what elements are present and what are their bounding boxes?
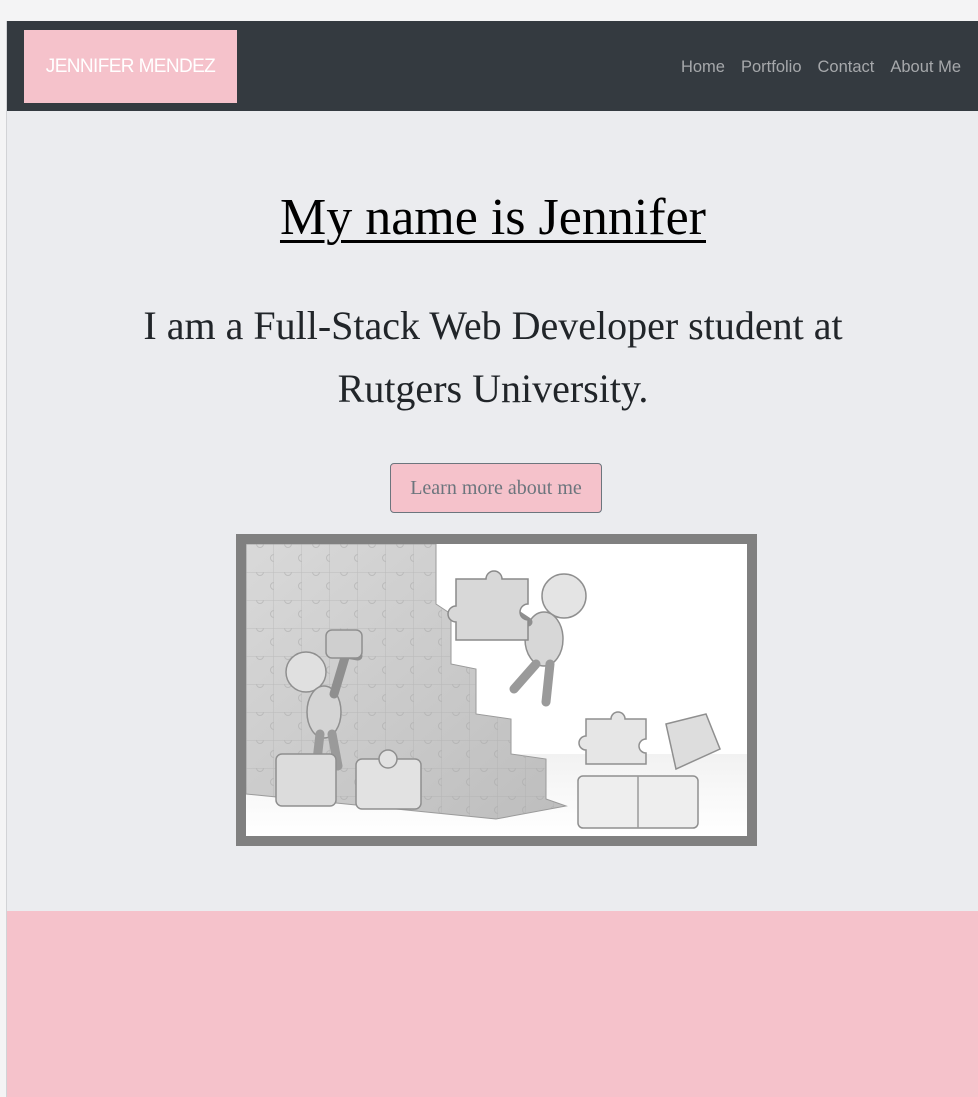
- nav-link-contact[interactable]: Contact: [818, 58, 875, 77]
- footer: [7, 911, 978, 1097]
- hero-section: My name is Jennifer I am a Full-Stack We…: [7, 111, 978, 911]
- learn-more-button[interactable]: Learn more about me: [390, 463, 602, 513]
- nav-link-about-me[interactable]: About Me: [890, 58, 961, 77]
- hero-image-frame: [236, 534, 757, 846]
- brand-logo-link[interactable]: JENNIFER MENDEZ: [24, 30, 237, 103]
- nav-link-home[interactable]: Home: [681, 58, 725, 77]
- nav-link-portfolio[interactable]: Portfolio: [741, 58, 802, 77]
- puzzle-wall-illustration: [246, 544, 747, 836]
- browser-viewport: JENNIFER MENDEZ Home Portfolio Contact A…: [6, 21, 978, 1097]
- hero-title: My name is Jennifer: [279, 189, 706, 246]
- nav-links: Home Portfolio Contact About Me: [681, 21, 961, 111]
- navbar: JENNIFER MENDEZ Home Portfolio Contact A…: [7, 21, 978, 111]
- hero-subtitle: I am a Full-Stack Web Developer student …: [143, 303, 843, 411]
